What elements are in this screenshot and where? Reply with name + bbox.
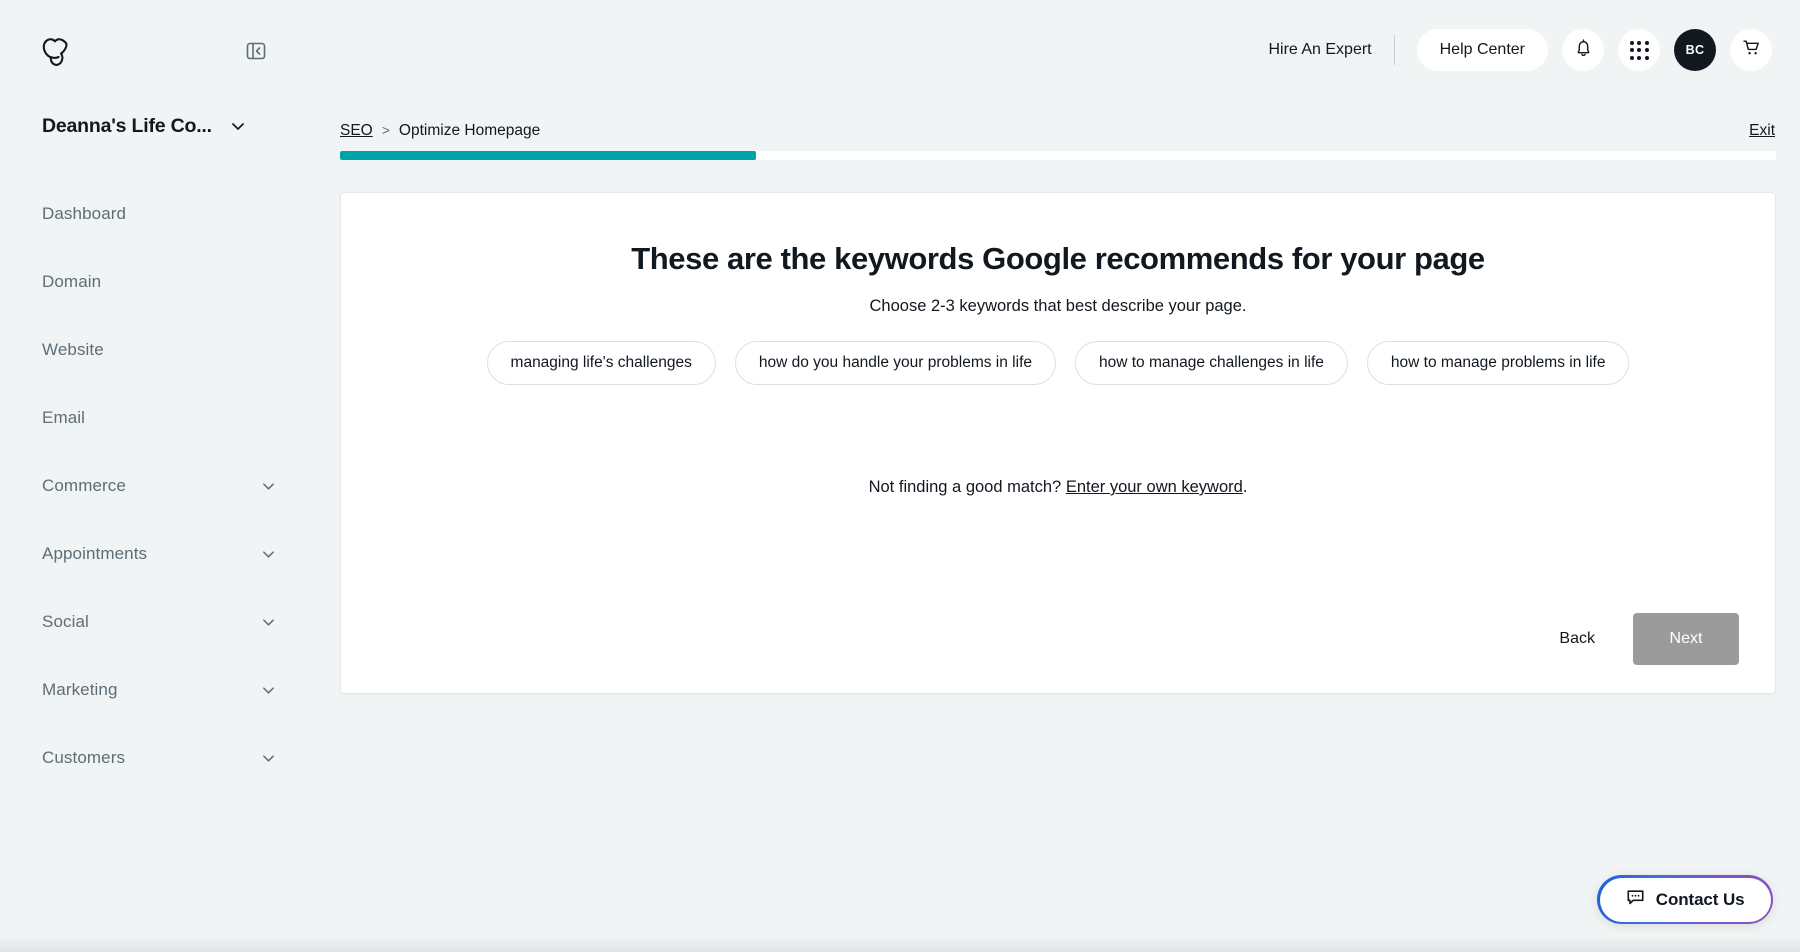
breadcrumb-root-link[interactable]: SEO (340, 122, 373, 140)
card-actions: Back Next (1539, 613, 1739, 665)
sidebar-item-commerce[interactable]: Commerce (0, 452, 320, 520)
keyword-chip[interactable]: how to manage challenges in life (1075, 341, 1348, 385)
sidebar-item-dashboard[interactable]: Dashboard (0, 180, 320, 248)
no-match-prefix: Not finding a good match? (869, 478, 1066, 496)
page-subtitle: Choose 2-3 keywords that best describe y… (341, 297, 1775, 316)
keyword-selection-card: These are the keywords Google recommends… (340, 192, 1776, 694)
sidebar-item-label: Social (42, 612, 89, 632)
sidebar-item-label: Dashboard (42, 204, 126, 224)
enter-own-keyword-link[interactable]: Enter your own keyword (1066, 478, 1243, 496)
top-bar-actions: Hire An Expert Help Center BC (1268, 0, 1772, 100)
progress-bar (340, 151, 1776, 160)
contact-us-widget[interactable]: Contact Us (1597, 875, 1773, 924)
chat-bubble-icon (1626, 888, 1645, 912)
page-title: These are the keywords Google recommends… (341, 241, 1775, 277)
sidebar-item-label: Customers (42, 748, 125, 768)
sidebar-item-label: Domain (42, 272, 101, 292)
sidebar: Deanna's Life Co... Dashboard Domain Web… (0, 0, 320, 952)
no-match-suffix: . (1243, 478, 1248, 496)
keyword-chip[interactable]: how do you handle your problems in life (735, 341, 1056, 385)
breadcrumb-separator: > (382, 122, 390, 138)
hire-an-expert-link[interactable]: Hire An Expert (1268, 41, 1393, 59)
no-match-text: Not finding a good match? Enter your own… (341, 478, 1775, 497)
grid-apps-icon (1630, 41, 1649, 60)
site-switcher[interactable]: Deanna's Life Co... (42, 112, 272, 140)
chevron-down-icon (261, 479, 276, 494)
sidebar-item-domain[interactable]: Domain (0, 248, 320, 316)
avatar[interactable]: BC (1674, 29, 1716, 71)
contact-us-button[interactable]: Contact Us (1600, 878, 1771, 922)
help-center-button[interactable]: Help Center (1417, 29, 1548, 71)
bottom-strip (0, 936, 1800, 952)
sidebar-item-appointments[interactable]: Appointments (0, 520, 320, 588)
site-name: Deanna's Life Co... (42, 115, 212, 138)
chevron-down-icon (261, 547, 276, 562)
keyword-chip[interactable]: how to manage problems in life (1367, 341, 1630, 385)
main-content: SEO > Optimize Homepage Exit These are t… (320, 100, 1800, 952)
chevron-down-icon (261, 683, 276, 698)
sidebar-item-label: Marketing (42, 680, 118, 700)
notifications-button[interactable] (1562, 29, 1604, 71)
sidebar-item-website[interactable]: Website (0, 316, 320, 384)
top-bar: Hire An Expert Help Center BC (320, 0, 1800, 100)
chevron-down-icon (261, 615, 276, 630)
breadcrumb: SEO > Optimize Homepage (340, 122, 540, 140)
back-button[interactable]: Back (1539, 618, 1615, 660)
sidebar-nav: Dashboard Domain Website Email Commerce … (0, 180, 320, 792)
toolbar-divider (1394, 35, 1395, 65)
sidebar-item-label: Appointments (42, 544, 147, 564)
shopping-cart-icon (1741, 37, 1762, 63)
progress-bar-fill (340, 151, 756, 160)
sidebar-item-email[interactable]: Email (0, 384, 320, 452)
godaddy-logo[interactable] (40, 38, 74, 66)
breadcrumb-current: Optimize Homepage (399, 122, 540, 140)
contact-us-label: Contact Us (1656, 890, 1745, 910)
chevron-down-icon (261, 751, 276, 766)
sidebar-item-marketing[interactable]: Marketing (0, 656, 320, 724)
bell-icon (1573, 37, 1594, 63)
sidebar-item-customers[interactable]: Customers (0, 724, 320, 792)
keyword-chip[interactable]: managing life's challenges (487, 341, 716, 385)
chevron-down-icon (230, 118, 246, 134)
exit-link[interactable]: Exit (1749, 122, 1775, 140)
panel-collapse-icon[interactable] (244, 39, 268, 63)
next-button[interactable]: Next (1633, 613, 1739, 665)
sidebar-item-label: Email (42, 408, 85, 428)
sidebar-item-label: Commerce (42, 476, 126, 496)
sidebar-header (0, 0, 320, 100)
apps-menu-button[interactable] (1618, 29, 1660, 71)
app-root: Deanna's Life Co... Dashboard Domain Web… (0, 0, 1800, 952)
sidebar-item-social[interactable]: Social (0, 588, 320, 656)
keyword-chip-list: managing life's challenges how do you ha… (431, 341, 1685, 385)
cart-button[interactable] (1730, 29, 1772, 71)
sidebar-item-label: Website (42, 340, 104, 360)
